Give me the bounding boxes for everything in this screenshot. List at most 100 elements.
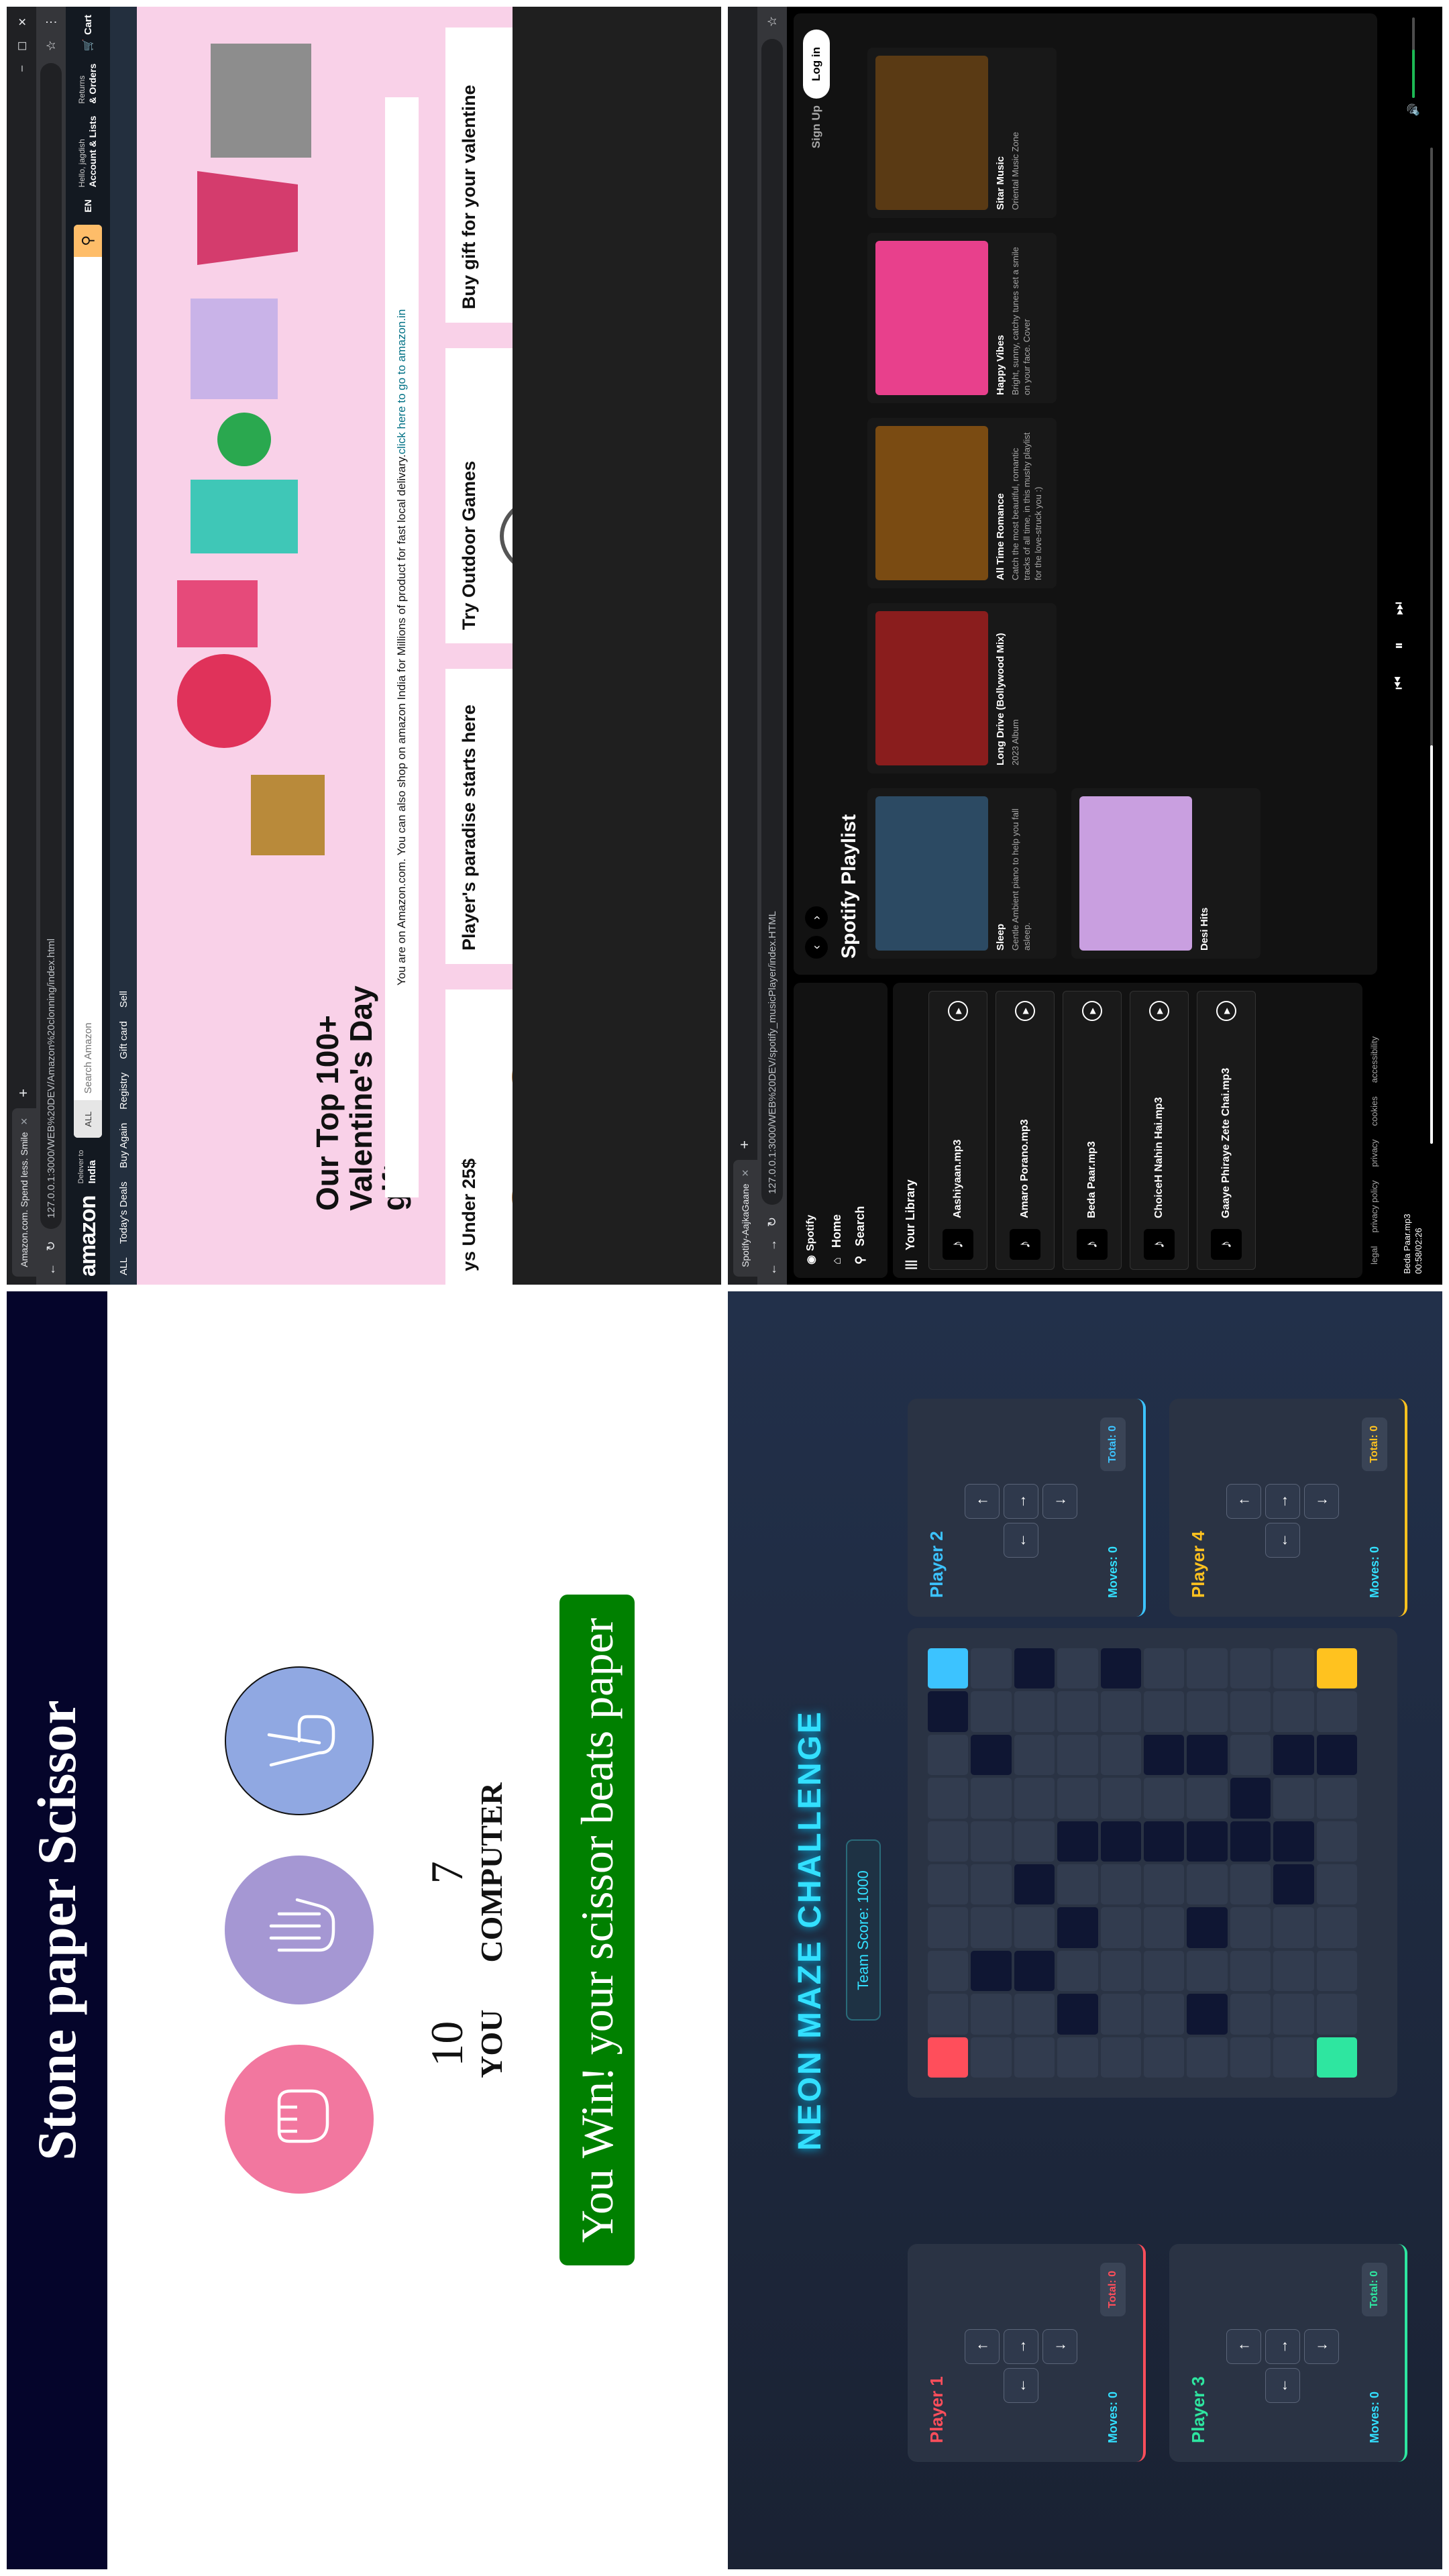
arrow-right-button[interactable]: →	[1265, 1484, 1300, 1519]
maze-cell	[928, 1864, 969, 1905]
arrow-down-button[interactable]: ↓	[1304, 2329, 1339, 2364]
arrow-up-button[interactable]: ↑	[965, 2329, 1000, 2364]
maze-cell	[1316, 1907, 1357, 1948]
chevron-left-icon[interactable]: ‹	[805, 936, 828, 959]
paper-choice-button[interactable]	[225, 1856, 374, 2005]
arrow-left-button[interactable]: ←	[1265, 1523, 1300, 1558]
play-icon[interactable]: ▶	[1082, 1001, 1102, 1021]
close-icon[interactable]: ✕	[19, 1118, 30, 1126]
account-lists[interactable]: Hello, jagdish Account & Lists	[77, 116, 98, 188]
returns-orders[interactable]: Returns & Orders	[77, 64, 98, 104]
song-item[interactable]: ♪ Amaro Porano.mp3 ▶	[996, 991, 1055, 1270]
play-icon[interactable]: ▶	[1149, 1001, 1169, 1021]
product-card[interactable]: Try Outdoor Games	[445, 348, 513, 643]
legal-link[interactable]: cookies	[1369, 1096, 1379, 1126]
arrow-left-button[interactable]: ←	[1004, 1523, 1038, 1558]
play-icon[interactable]: ▶	[1015, 1001, 1035, 1021]
cart-button[interactable]: 🛒 Cart	[82, 15, 95, 52]
subnav-all[interactable]: ALL	[118, 1257, 129, 1275]
player-stats: Moves: 0 Total: 0	[1100, 2263, 1126, 2443]
product-card[interactable]: Player's paradise starts here	[445, 669, 513, 964]
library-header[interactable]: ||| Your Library	[904, 991, 918, 1270]
playlist-card[interactable]: Happy Vibes Bright, sunny, catchy tunes s…	[867, 233, 1057, 403]
legal-link[interactable]: privacy policy	[1369, 1181, 1379, 1233]
previous-icon[interactable]: ⏮	[1390, 676, 1407, 690]
close-window-icon[interactable]: ✕	[16, 17, 30, 26]
stone-choice-button[interactable]	[225, 2045, 374, 2194]
subnav-sell[interactable]: Sell	[118, 991, 129, 1008]
new-tab-button[interactable]: +	[15, 1082, 36, 1104]
legal-link[interactable]: legal	[1369, 1246, 1379, 1265]
search-category[interactable]: ALL	[74, 1100, 102, 1138]
back-icon[interactable]: ←	[44, 1263, 58, 1275]
reload-icon[interactable]: ↻	[765, 1217, 780, 1227]
legal-link[interactable]: privacy	[1369, 1139, 1379, 1167]
login-button[interactable]: Log in	[803, 30, 830, 99]
now-playing: Beda Paar.mp3 00:58/02:26	[1402, 1214, 1425, 1274]
spotify-logo[interactable]: ◉ Spotify	[804, 996, 818, 1265]
arrow-down-button[interactable]: ↓	[1042, 1484, 1077, 1519]
next-icon[interactable]: ⏭	[1390, 602, 1407, 615]
search-input[interactable]	[74, 256, 102, 1101]
browser-tab[interactable]: Spotify-AajkaGaane ✕	[733, 1159, 757, 1277]
arrow-left-button[interactable]: ←	[1265, 2368, 1300, 2403]
amazon-logo[interactable]: amazon	[75, 1195, 101, 1277]
arrow-up-button[interactable]: ↑	[1226, 2329, 1261, 2364]
subnav-buy-again[interactable]: Buy Again	[118, 1123, 129, 1169]
language-selector[interactable]: EN	[83, 199, 94, 212]
song-item[interactable]: ♪ Beda Paar.mp3 ▶	[1063, 991, 1122, 1270]
nav-home[interactable]: ⌂ Home	[830, 996, 844, 1265]
signup-button[interactable]: Sign Up	[810, 105, 823, 148]
reload-icon[interactable]: ↻	[44, 1241, 58, 1251]
maze-cell	[1316, 1691, 1357, 1732]
arrow-up-button[interactable]: ↑	[1226, 1484, 1261, 1519]
arrow-right-button[interactable]: →	[1265, 2329, 1300, 2364]
playlist-card[interactable]: All Time Romance Catch the most beautiful…	[867, 418, 1057, 588]
playlist-title: Sitar Music	[995, 156, 1006, 210]
new-tab-button[interactable]: +	[736, 1134, 757, 1156]
maximize-icon[interactable]: ☐	[16, 41, 30, 50]
close-icon[interactable]: ✕	[740, 1169, 751, 1177]
product-card[interactable]: ys Under 25$	[445, 989, 513, 1285]
playlist-description: Oriental Music Zone	[1010, 131, 1020, 210]
notice-link[interactable]: click here to go to amazon.in	[395, 309, 409, 454]
menu-icon[interactable]: ⋮	[44, 16, 58, 28]
song-item[interactable]: ♪ Aashiyaan.mp3 ▶	[928, 991, 987, 1270]
star-icon[interactable]: ☆	[765, 16, 780, 27]
legal-link[interactable]: accessibility	[1369, 1036, 1379, 1083]
forward-icon[interactable]: →	[765, 1239, 780, 1251]
pause-icon[interactable]: ⏸	[1390, 642, 1407, 649]
arrow-down-button[interactable]: ↓	[1042, 2329, 1077, 2364]
seek-bar[interactable]	[1430, 148, 1433, 1144]
play-icon[interactable]: ▶	[1216, 1001, 1236, 1021]
play-icon[interactable]: ▶	[948, 1001, 968, 1021]
arrow-up-button[interactable]: ↑	[965, 1484, 1000, 1519]
playlist-card[interactable]: Sleep Gentle Ambient piano to help you fa…	[867, 788, 1057, 959]
subnav-registry[interactable]: Registry	[118, 1073, 129, 1110]
url-field[interactable]: 127.0.0.1:3000/WEB%20DEV/spotify_musicPl…	[761, 39, 783, 1205]
volume-slider[interactable]	[1412, 17, 1415, 98]
song-item[interactable]: ♪ Gaaye Phiraye Zete Chai.mp3 ▶	[1197, 991, 1256, 1270]
playlist-card[interactable]: Long Drive (Bollywood Mix) 2023 Album	[867, 603, 1057, 773]
playlist-card[interactable]: Sitar Music Oriental Music Zone	[867, 48, 1057, 218]
song-item[interactable]: ♪ ChoiceH Nahin Hai.mp3 ▶	[1130, 991, 1189, 1270]
arrow-down-button[interactable]: ↓	[1304, 1484, 1339, 1519]
arrow-left-button[interactable]: ←	[1004, 2368, 1038, 2403]
scissor-choice-button[interactable]	[225, 1666, 374, 1816]
volume-icon[interactable]: 🔊	[1407, 103, 1420, 117]
subnav-gift-card[interactable]: Gift card	[118, 1021, 129, 1059]
star-icon[interactable]: ☆	[44, 40, 58, 51]
browser-tab[interactable]: Amazon.com. Spend less. Smile ✕	[12, 1108, 36, 1277]
search-icon[interactable]: ⚲	[74, 224, 102, 257]
nav-search[interactable]: ⚲ Search	[853, 996, 867, 1265]
subnav-todays-deals[interactable]: Today's Deals	[118, 1181, 129, 1244]
chevron-right-icon[interactable]: ›	[805, 906, 828, 929]
url-field[interactable]: 127.0.0.1:3000/WEB%20DEV/Amazon%20clonni…	[40, 63, 62, 1229]
back-icon[interactable]: ←	[765, 1263, 780, 1275]
minimize-icon[interactable]: –	[16, 66, 30, 72]
arrow-right-button[interactable]: →	[1004, 2329, 1038, 2364]
product-card[interactable]: Buy gift for your valentine	[445, 28, 513, 323]
playlist-card[interactable]: Desi Hits	[1071, 788, 1260, 959]
arrow-right-button[interactable]: →	[1004, 1484, 1038, 1519]
deliver-to[interactable]: Delever to India	[77, 1150, 98, 1183]
